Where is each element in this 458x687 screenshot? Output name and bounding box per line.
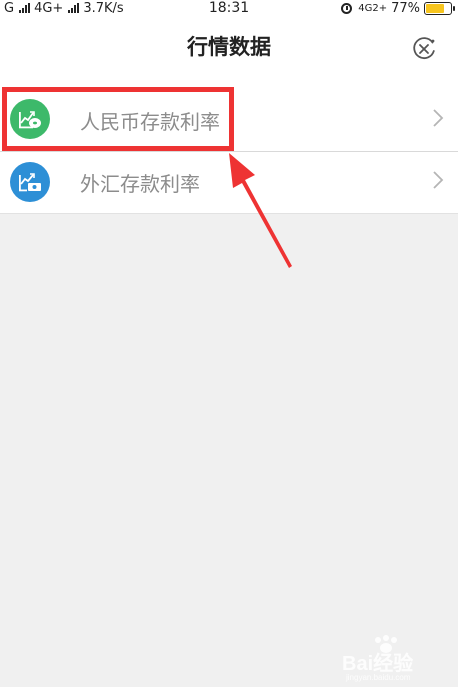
list-bottom-divider (0, 213, 458, 214)
battery-percent: 77% (391, 0, 420, 16)
status-bar: G 4G+ 3.7K/s 18:31 4G2+ 77% (0, 0, 458, 16)
page-title: 行情数据 (187, 35, 271, 59)
chevron-right-icon (433, 109, 444, 127)
rmb-deposit-chart-icon (10, 99, 50, 139)
status-right: 4G2+ 77% (341, 0, 455, 16)
close-circle-icon (413, 37, 435, 60)
chevron-right-icon (433, 171, 444, 189)
list-item-label: 人民币存款利率 (80, 110, 220, 134)
list-item-label: 外汇存款利率 (80, 172, 200, 196)
network-type: 4G2+ (358, 2, 388, 14)
fx-deposit-chart-icon (10, 162, 50, 202)
rate-list: 人民币存款利率 外汇存款利率 (0, 86, 458, 214)
watermark-text: Bai经验 (342, 651, 413, 675)
watermark: Bai经验 jingyan.baidu.com (340, 632, 450, 682)
header: 行情数据 (0, 16, 458, 86)
list-item-rmb-deposit-rate[interactable]: 人民币存款利率 (0, 86, 458, 150)
baidu-paw-logo: Bai经验 jingyan.baidu.com (342, 635, 413, 682)
list-item-fx-deposit-rate[interactable]: 外汇存款利率 (0, 150, 458, 214)
watermark-sub: jingyan.baidu.com (345, 673, 411, 682)
close-button[interactable] (411, 36, 437, 62)
battery-icon (424, 1, 455, 15)
battery-fill (426, 3, 445, 13)
alarm-icon (341, 2, 353, 14)
